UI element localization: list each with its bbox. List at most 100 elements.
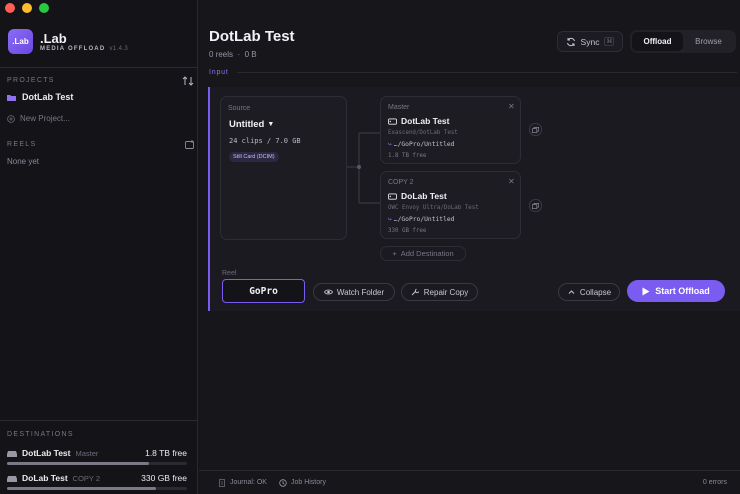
destination-free-space: 1.8 TB free bbox=[145, 448, 187, 458]
journal-status: Journal: OK bbox=[218, 478, 267, 487]
destination-card-master: Master ✕ DotLab Test Exascend/DotLab Tes… bbox=[380, 96, 521, 164]
destination-name: DoLab Test bbox=[22, 473, 68, 483]
copy-icon bbox=[532, 126, 539, 133]
destination-name: DoLab Test bbox=[401, 191, 447, 201]
collapse-label: Collapse bbox=[579, 287, 612, 297]
app-subtitle: MEDIA OFFLOAD v1.4.3 bbox=[40, 46, 128, 52]
zoom-window-button[interactable] bbox=[39, 3, 49, 13]
sidebar-destination-master[interactable]: DotLab Test Master 1.8 TB free bbox=[7, 448, 187, 465]
destination-role: COPY 2 bbox=[388, 179, 414, 186]
drive-icon bbox=[388, 117, 397, 125]
destination-path: Exascend/DotLab Test bbox=[388, 130, 458, 136]
repair-copy-button[interactable]: Repair Copy bbox=[401, 283, 478, 301]
app-version: v1.4.3 bbox=[109, 46, 129, 52]
add-destination-button[interactable]: + Add Destination bbox=[380, 246, 466, 261]
status-bar: Journal: OK Job History 0 errors bbox=[199, 470, 740, 494]
destination-role: COPY 2 bbox=[72, 473, 101, 483]
destination-name: DotLab Test bbox=[22, 448, 71, 458]
start-offload-label: Start Offload bbox=[655, 286, 710, 296]
page-title: DotLab Test bbox=[209, 28, 295, 45]
job-history-label: Job History bbox=[290, 479, 326, 486]
sidebar-divider bbox=[0, 420, 198, 421]
add-destination-label: Add Destination bbox=[400, 249, 454, 258]
mode-switcher: Offload Browse bbox=[630, 30, 736, 53]
sync-label: Sync bbox=[580, 36, 600, 47]
input-section-rule bbox=[237, 72, 737, 73]
drive-icon bbox=[7, 475, 17, 482]
destination-role: Master bbox=[388, 104, 410, 111]
arrow-icon: ↪ bbox=[388, 141, 392, 148]
source-label: Source bbox=[228, 105, 251, 112]
reel-name-input[interactable] bbox=[222, 279, 305, 303]
app-subtitle-text: MEDIA OFFLOAD bbox=[40, 46, 106, 52]
error-count-text: 0 errors bbox=[702, 479, 727, 486]
projects-section-label: PROJECTS bbox=[7, 77, 55, 84]
window-controls bbox=[5, 3, 49, 13]
main-area: DotLab Test 0 reels · 0 B Sync ⌘ Offload… bbox=[199, 0, 740, 494]
drive-icon bbox=[388, 192, 397, 200]
source-card: Source Untitled ▼ 24 clips / 7.0 GB Stil… bbox=[220, 96, 347, 240]
plus-circle-icon bbox=[7, 114, 15, 123]
plus-icon: + bbox=[392, 249, 397, 258]
destination-capacity-fill bbox=[7, 462, 150, 465]
duplicate-destination-icon[interactable] bbox=[529, 123, 542, 136]
source-name: Untitled bbox=[229, 119, 265, 130]
destination-free-space: 1.8 TB free bbox=[388, 153, 427, 159]
repair-copy-label: Repair Copy bbox=[423, 287, 469, 297]
destination-role: Master bbox=[75, 448, 99, 458]
error-count: 0 errors bbox=[703, 479, 727, 486]
source-selector[interactable]: Untitled ▼ bbox=[229, 119, 274, 130]
close-window-button[interactable] bbox=[5, 3, 15, 13]
destination-capacity-bar bbox=[7, 487, 187, 490]
minimize-window-button[interactable] bbox=[22, 3, 32, 13]
journal-status-text: Journal: OK bbox=[230, 479, 267, 486]
sync-button[interactable]: Sync ⌘ bbox=[557, 31, 623, 52]
add-reel-icon[interactable] bbox=[185, 140, 195, 149]
reels-count: 0 reels bbox=[209, 50, 234, 59]
destination-free-space: 330 GB free bbox=[141, 473, 187, 483]
reel-label: Reel bbox=[222, 270, 237, 277]
sort-icon[interactable] bbox=[182, 75, 194, 87]
reels-section-label: REELS bbox=[7, 141, 37, 148]
destination-free-space: 330 GB free bbox=[388, 228, 427, 234]
sidebar-destination-copy2[interactable]: DoLab Test COPY 2 330 GB free bbox=[7, 473, 187, 490]
app-logo: .Lab bbox=[8, 29, 33, 54]
reels-empty-text: None yet bbox=[7, 157, 40, 166]
copy-icon bbox=[532, 202, 539, 209]
destination-title: DoLab Test bbox=[388, 191, 447, 201]
remove-destination-icon[interactable]: ✕ bbox=[508, 102, 515, 111]
chevron-down-icon: ▼ bbox=[267, 121, 275, 128]
destination-title: DotLab Test bbox=[388, 116, 449, 126]
chevron-up-icon bbox=[568, 290, 575, 294]
job-history-button[interactable]: Job History bbox=[279, 478, 326, 487]
arrow-icon: ↪ bbox=[388, 216, 392, 223]
destination-target-path: …/GoPro/Untitled bbox=[393, 141, 455, 148]
journal-icon bbox=[219, 478, 225, 487]
project-size: 0 B bbox=[244, 50, 257, 59]
source-type-badge: Still Card (DCIM) bbox=[229, 152, 279, 162]
watch-folder-button[interactable]: Watch Folder bbox=[313, 283, 395, 301]
drive-icon bbox=[7, 450, 17, 457]
destination-capacity-bar bbox=[7, 462, 187, 465]
project-summary: 0 reels · 0 B bbox=[209, 50, 257, 59]
sync-icon bbox=[566, 37, 575, 46]
start-offload-button[interactable]: Start Offload bbox=[627, 280, 725, 302]
folder-icon bbox=[7, 94, 16, 101]
sidebar-item-project[interactable]: DotLab Test bbox=[7, 92, 73, 102]
destination-target: ↪ …/GoPro/Untitled bbox=[388, 216, 454, 223]
tab-offload[interactable]: Offload bbox=[632, 32, 683, 51]
destination-path: OWC Envoy Ultra/DoLab Test bbox=[388, 205, 479, 211]
remove-destination-icon[interactable]: ✕ bbox=[508, 177, 515, 186]
play-icon bbox=[642, 287, 650, 295]
new-project-button[interactable]: New Project... bbox=[7, 114, 70, 123]
source-meta: 24 clips / 7.0 GB bbox=[229, 137, 301, 145]
sync-shortcut: ⌘ bbox=[604, 37, 615, 46]
wrench-icon bbox=[411, 288, 419, 296]
watch-folder-label: Watch Folder bbox=[336, 287, 385, 297]
collapse-button[interactable]: Collapse bbox=[558, 283, 620, 301]
input-section-label: Input bbox=[209, 69, 229, 76]
tab-browse[interactable]: Browse bbox=[683, 32, 734, 51]
sidebar-item-label: DotLab Test bbox=[22, 92, 74, 102]
separator-dot: · bbox=[235, 50, 243, 59]
duplicate-destination-icon[interactable] bbox=[529, 199, 542, 212]
